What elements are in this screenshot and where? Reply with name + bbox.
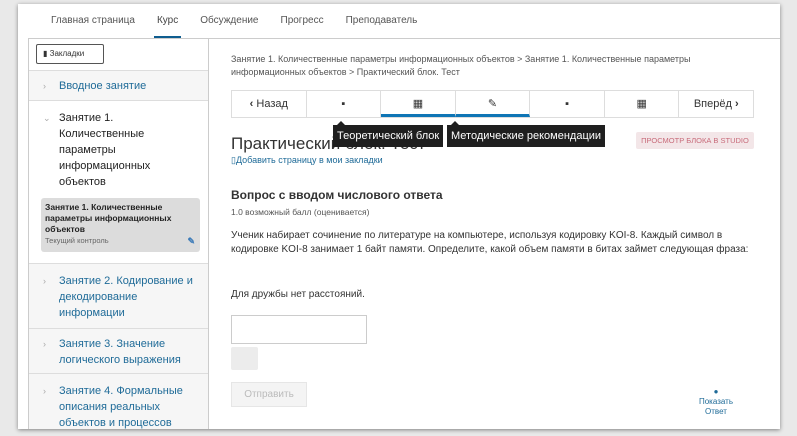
add-bookmark-link[interactable]: ▯Добавить страницу в мои закладки <box>231 155 383 166</box>
sequence-nav: ‹ Назад ▪ ▦ ✎ ▪ ▦ Вперёд › <box>231 90 754 118</box>
next-button[interactable]: Вперёд › <box>679 91 753 117</box>
tab-home[interactable]: Главная страница <box>40 4 146 38</box>
tab-progress[interactable]: Прогресс <box>270 4 335 38</box>
tooltip: Методические рекомендации <box>447 121 606 147</box>
course-outline: ▮ Закладки › Вводное занятие ⌄ Занятие 1. … <box>28 38 209 429</box>
book-icon: ▪ <box>565 98 570 110</box>
bookmarks-button[interactable]: ▮ Закладки <box>36 44 104 64</box>
info-icon: ● <box>713 387 719 396</box>
status-indicator <box>231 347 258 370</box>
question-points: 1.0 возможный балл (оценивается) <box>231 207 370 217</box>
sidebar-item-lesson-3[interactable]: › Занятие 3. Значение логического выражен… <box>29 328 208 373</box>
sidebar-item-lesson-4[interactable]: › Занятие 4. Формальные описания реальных… <box>29 373 208 429</box>
chevron-right-icon: › <box>43 276 46 286</box>
sidebar-subsection-current[interactable]: Занятие 1. Количественные параметры инфо… <box>41 198 200 252</box>
chevron-left-icon: ‹ <box>249 98 254 110</box>
answer-input[interactable] <box>231 315 367 344</box>
submit-button[interactable]: Отправить <box>231 382 307 407</box>
sidebar-item-intro[interactable]: › Вводное занятие <box>29 70 208 100</box>
browser-window: Главная страница Курс Обсуждение Прогрес… <box>18 4 780 429</box>
view-in-studio-button[interactable]: ПРОСМОТР БЛОКА В STUDIO <box>636 132 754 149</box>
film-icon: ▦ <box>636 98 647 110</box>
book-icon: ▪ <box>341 98 346 110</box>
unit-content: Занятие 1. Количественные параметры инфо… <box>209 38 780 429</box>
edit-icon: ✎ <box>487 98 498 110</box>
edit-icon: ✎ <box>187 236 195 246</box>
sidebar-item-lesson-1[interactable]: ⌄ Занятие 1. Количественные параметры инф… <box>29 100 208 198</box>
question-phrase: Для дружбы нет расстояний. <box>231 289 365 300</box>
tab-instructor[interactable]: Преподаватель <box>335 4 429 38</box>
film-icon: ▦ <box>412 98 424 110</box>
tab-discussion[interactable]: Обсуждение <box>189 4 269 38</box>
sidebar-item-lesson-2[interactable]: › Занятие 2. Кодирование и декодирование … <box>29 263 208 328</box>
question-heading: Вопрос с вводом числового ответа <box>231 188 443 202</box>
seq-unit-problem[interactable]: ✎ <box>455 91 531 117</box>
chevron-right-icon: › <box>43 81 46 91</box>
chevron-right-icon: › <box>43 386 46 396</box>
chevron-down-icon: ⌄ <box>43 113 51 123</box>
question-text: Ученик набирает сочинение по литературе … <box>231 230 749 255</box>
prev-button[interactable]: ‹ Назад <box>232 91 307 117</box>
show-answer-button[interactable]: ● Показать Ответ <box>695 387 737 417</box>
bookmark-icon: ▮ <box>43 49 48 58</box>
tooltip: Теоретический блок <box>333 121 444 147</box>
course-tabs: Главная страница Курс Обсуждение Прогрес… <box>18 4 780 39</box>
seq-unit-book[interactable]: ▪ <box>307 91 382 117</box>
breadcrumb: Занятие 1. Количественные параметры инфо… <box>231 54 691 77</box>
chevron-right-icon: › <box>734 98 739 110</box>
chevron-right-icon: › <box>43 339 46 349</box>
seq-unit-book[interactable]: ▪ <box>530 91 605 117</box>
tab-course[interactable]: Курс <box>146 4 189 39</box>
seq-unit-video[interactable]: ▦ <box>605 91 680 117</box>
seq-unit-video[interactable]: ▦ <box>381 91 456 117</box>
